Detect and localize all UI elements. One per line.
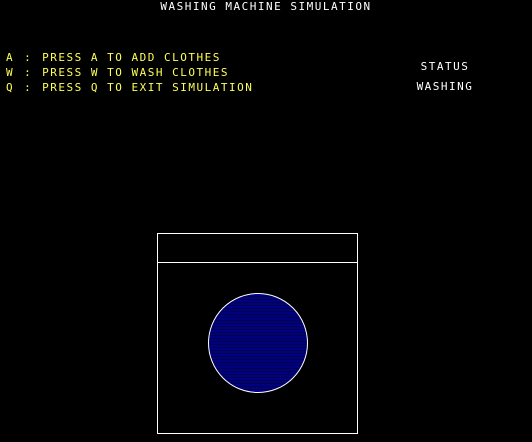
status-panel: STATUS WASHING <box>400 59 490 99</box>
menu-text: PRESS W TO WASH CLOTHES <box>42 66 229 79</box>
menu-key[interactable]: A <box>6 51 14 64</box>
status-value: WASHING <box>416 80 474 93</box>
menu-text: PRESS Q TO EXIT SIMULATION <box>42 81 254 94</box>
menu-separator: : <box>24 51 33 64</box>
status-label: STATUS <box>420 60 470 73</box>
menu-key[interactable]: W <box>6 66 14 79</box>
menu-text: PRESS A TO ADD CLOTHES <box>42 51 221 64</box>
menu-item-wash-clothes: W: PRESS W TO WASH CLOTHES <box>6 65 253 80</box>
washing-machine <box>157 233 358 434</box>
key-commands-menu: A: PRESS A TO ADD CLOTHES W: PRESS W TO WA… <box>6 50 253 95</box>
menu-separator: : <box>24 66 33 79</box>
menu-separator: : <box>24 81 33 94</box>
menu-item-exit-simulation: Q: PRESS Q TO EXIT SIMULATION <box>6 80 253 95</box>
control-panel <box>158 234 357 263</box>
menu-key[interactable]: Q <box>6 81 14 94</box>
app-title: WASHING MACHINE SIMULATION <box>160 0 372 13</box>
drum-door <box>208 293 308 393</box>
menu-item-add-clothes: A: PRESS A TO ADD CLOTHES <box>6 50 253 65</box>
